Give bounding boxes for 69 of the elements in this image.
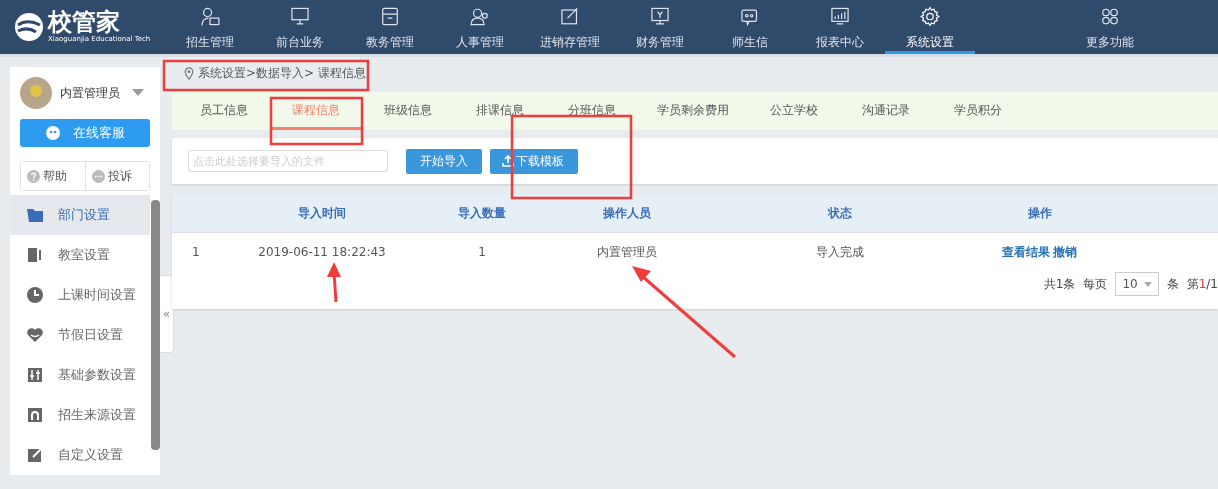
tab[interactable]: 排课信息 (454, 92, 546, 130)
per-page-label: 每页 (1083, 276, 1108, 293)
chat-bubble-icon (45, 125, 61, 141)
table-cell-text: 导入完成 (814, 243, 865, 261)
monitor-icon (288, 6, 312, 27)
unit-label: 条 (1166, 276, 1179, 293)
view-result-link[interactable]: 查看结果 (1001, 244, 1050, 259)
dropdown-caret-icon (132, 89, 144, 97)
sidebar-item[interactable]: 节假日设置 (10, 315, 150, 355)
logo-text: 校管家 (48, 9, 120, 34)
nav-item[interactable]: 系统设置 (885, 0, 975, 54)
avatar-photo (20, 77, 52, 109)
undo-link[interactable]: 撤销 (1053, 244, 1078, 259)
tab[interactable]: 学员积分 (932, 92, 1024, 130)
nav-item[interactable]: 教务管理 (345, 0, 435, 54)
edit-icon (26, 446, 44, 464)
scrollbar[interactable] (151, 200, 160, 450)
sidebar-item[interactable]: 上课时间设置 (10, 275, 150, 315)
tab[interactable]: 学员剩余费用 (638, 92, 748, 130)
dropdown-caret-icon (1143, 281, 1152, 287)
user-name: 内置管理员 (60, 85, 120, 102)
page-indicator: 第1/1 (1186, 276, 1218, 293)
sidebar-item[interactable]: 教室设置 (10, 235, 150, 275)
page-size-select[interactable]: 10 (1115, 272, 1159, 296)
nav-item[interactable]: 前台业务 (255, 0, 345, 54)
clock-icon (26, 286, 44, 304)
total-count: 共1条 (1043, 276, 1076, 293)
tab[interactable]: 沟通记录 (840, 92, 932, 130)
tab[interactable]: 员工信息 (178, 92, 270, 130)
person-card-icon (198, 6, 222, 27)
breadcrumb: 系统设置>数据导入> 课程信息 (198, 65, 366, 82)
nav-item[interactable]: 进销存管理 (525, 0, 615, 54)
nav-item[interactable]: 报表中心 (795, 0, 885, 54)
tab[interactable]: 分班信息 (546, 92, 638, 130)
column-header: 操作人员 (602, 205, 652, 222)
heart-icon (26, 326, 44, 344)
folder-icon (26, 206, 44, 224)
sidebar-item[interactable]: 自定义设置 (10, 435, 150, 475)
logo-icon (14, 12, 44, 42)
complaint-button[interactable]: 投诉 (84, 162, 149, 190)
sidebar-item[interactable]: 部门设置 (10, 195, 150, 235)
column-header: 导入时间 (297, 205, 347, 222)
nav-item[interactable]: 财务管理 (615, 0, 705, 54)
location-pin-icon (184, 66, 194, 80)
table-cell-text: 内置管理员 (596, 243, 658, 261)
column-header: 状态 (826, 205, 853, 222)
cash-register-icon (648, 6, 672, 27)
upload-icon (502, 155, 514, 167)
column-header: 操作 (1026, 205, 1053, 222)
tab[interactable]: 公立学校 (748, 92, 840, 130)
table-cell-text: 1 (477, 243, 487, 261)
nav-item[interactable]: 招生管理 (165, 0, 255, 54)
nav-item[interactable]: 更多功能 (1065, 0, 1155, 54)
tab[interactable]: 班级信息 (362, 92, 454, 130)
nav-item[interactable]: 人事管理 (435, 0, 525, 54)
sidebar-item[interactable]: 招生来源设置 (10, 395, 150, 435)
collapse-handle[interactable]: « (160, 275, 174, 353)
column-header: 导入数量 (457, 205, 507, 222)
sidebar-item[interactable]: 基础参数设置 (10, 355, 150, 395)
chart-icon (828, 6, 852, 27)
door-icon (26, 246, 44, 264)
annotation-arrow (327, 262, 341, 303)
table-cell-text: 2019-06-11 18:22:43 (257, 243, 387, 261)
sliders-icon (26, 366, 44, 384)
message-icon (91, 169, 105, 183)
help-icon (27, 169, 40, 183)
nav-item[interactable]: 师生信 (705, 0, 795, 54)
table-cell-text: 1 (191, 243, 201, 261)
settings-icon (918, 6, 942, 27)
